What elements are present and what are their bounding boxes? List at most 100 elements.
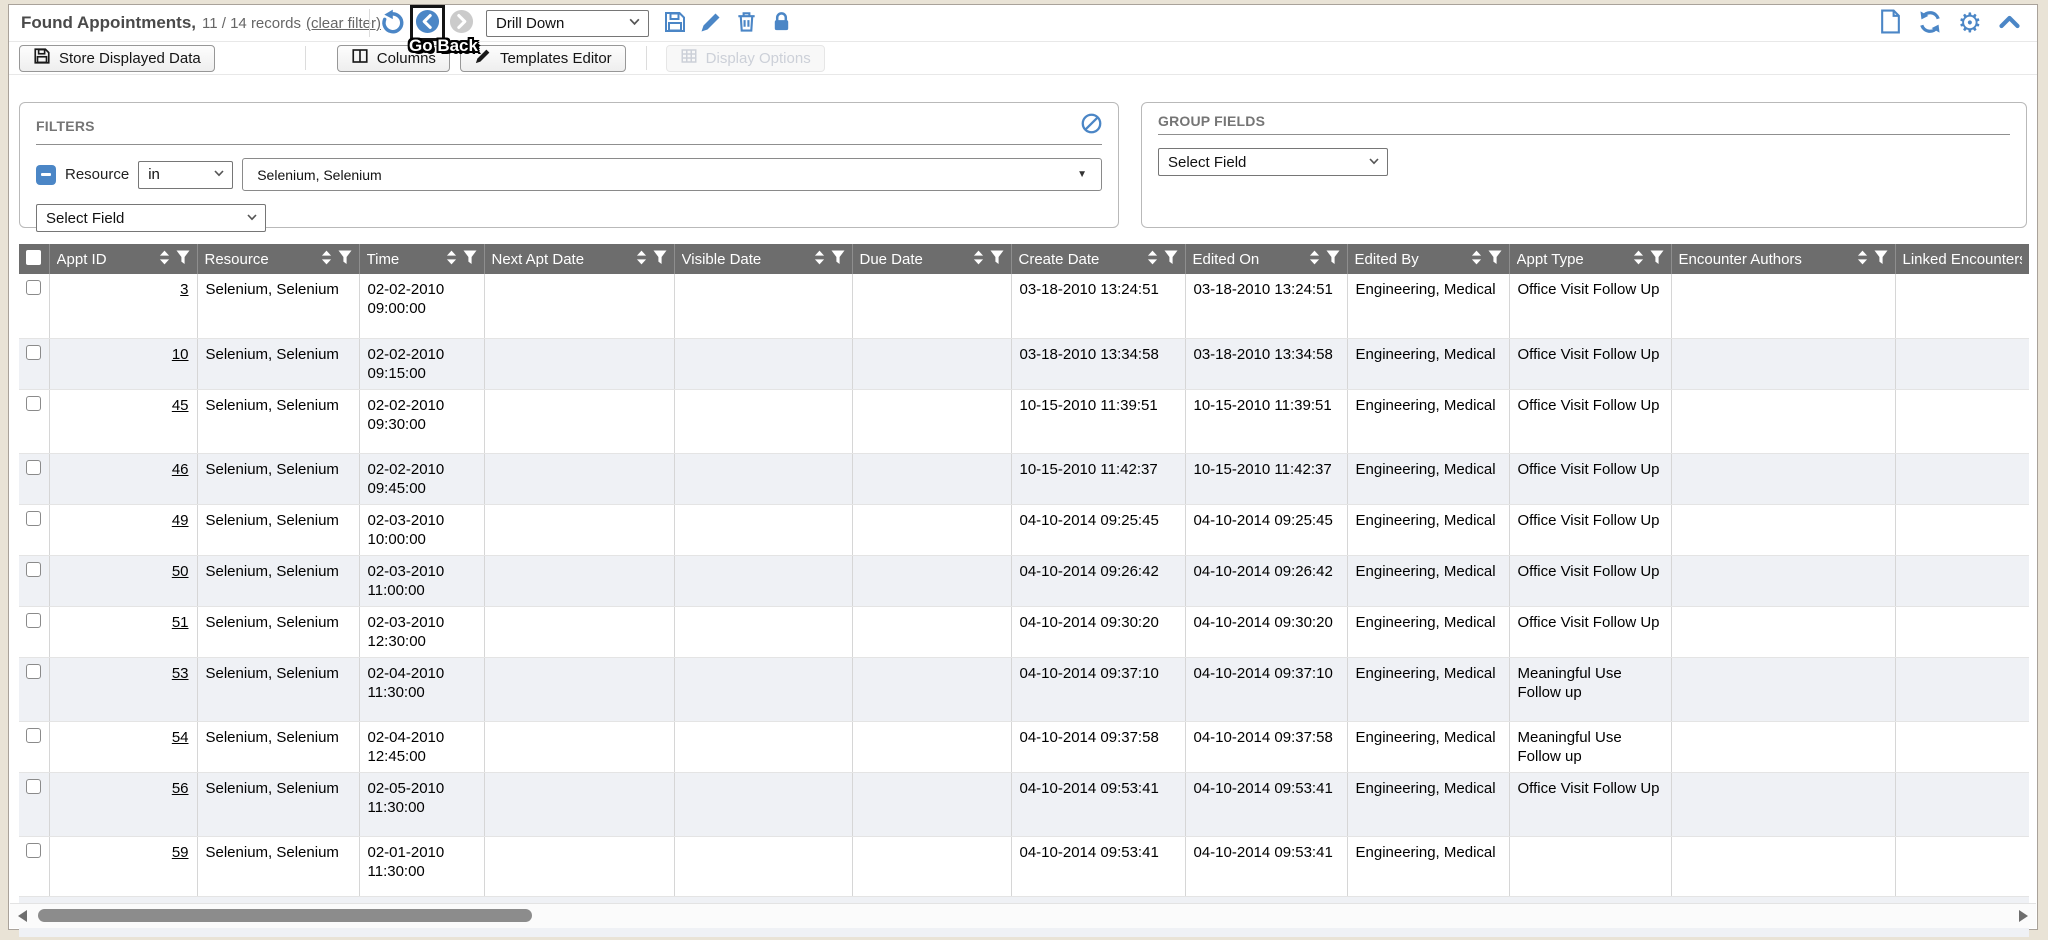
collapse-button[interactable] bbox=[1997, 11, 2022, 36]
col-header-edited_on[interactable]: Edited On bbox=[1185, 244, 1347, 274]
sort-icon[interactable] bbox=[636, 250, 647, 269]
row-checkbox[interactable] bbox=[26, 460, 41, 475]
appt-id-link[interactable]: 56 bbox=[172, 780, 189, 797]
col-header-label: Next Apt Date bbox=[492, 251, 585, 268]
lock-button[interactable] bbox=[770, 10, 793, 36]
filter-icon[interactable] bbox=[338, 250, 352, 269]
filter-icon[interactable] bbox=[1164, 250, 1178, 269]
filter-icon[interactable] bbox=[990, 250, 1004, 269]
go-forward-button[interactable] bbox=[449, 9, 474, 37]
cell-next_apt_date bbox=[484, 389, 674, 453]
sort-icon[interactable] bbox=[814, 250, 825, 269]
drilldown-select[interactable]: Drill Down bbox=[486, 10, 649, 37]
row-checkbox[interactable] bbox=[26, 280, 41, 295]
col-header-label: Create Date bbox=[1019, 251, 1100, 268]
sort-icon[interactable] bbox=[973, 250, 984, 269]
appt-id-link[interactable]: 3 bbox=[180, 281, 188, 298]
new-document-button[interactable] bbox=[1879, 9, 1902, 37]
appt-id-link[interactable]: 50 bbox=[172, 563, 189, 580]
row-checkbox[interactable] bbox=[26, 843, 41, 858]
col-header-label: Edited On bbox=[1193, 251, 1260, 268]
delete-button[interactable] bbox=[735, 10, 758, 36]
row-checkbox[interactable] bbox=[26, 613, 41, 628]
filter-icon[interactable] bbox=[463, 250, 477, 269]
appt-id-link[interactable]: 53 bbox=[172, 665, 189, 682]
cell-create_date: 04-10-2014 09:37:58 bbox=[1011, 721, 1185, 772]
appt-id-link[interactable]: 10 bbox=[172, 346, 189, 363]
cell-edited_on: 10-15-2010 11:39:51 bbox=[1185, 389, 1347, 453]
filter-icon[interactable] bbox=[1326, 250, 1340, 269]
appt-id-link[interactable]: 49 bbox=[172, 512, 189, 529]
col-header-create_date[interactable]: Create Date bbox=[1011, 244, 1185, 274]
appt-id-link[interactable]: 45 bbox=[172, 397, 189, 414]
filter-icon[interactable] bbox=[1650, 250, 1664, 269]
refresh-button[interactable] bbox=[1917, 9, 1943, 38]
sort-icon[interactable] bbox=[159, 250, 170, 269]
col-header-time[interactable]: Time bbox=[359, 244, 484, 274]
scrollbar-thumb[interactable] bbox=[38, 909, 532, 922]
filter-icon[interactable] bbox=[1488, 250, 1502, 269]
appt-id-link[interactable]: 51 bbox=[172, 614, 189, 631]
templates-editor-button[interactable]: Templates Editor bbox=[460, 45, 626, 72]
filter-operator-select[interactable]: in bbox=[138, 161, 233, 189]
col-header-due_date[interactable]: Due Date bbox=[852, 244, 1011, 274]
row-checkbox[interactable] bbox=[26, 511, 41, 526]
col-header-edited_by[interactable]: Edited By bbox=[1347, 244, 1509, 274]
col-header-visible_date[interactable]: Visible Date bbox=[674, 244, 852, 274]
col-header-label: Resource bbox=[205, 251, 269, 268]
filter-icon[interactable] bbox=[653, 250, 667, 269]
select-all-checkbox[interactable] bbox=[26, 250, 41, 265]
sort-icon[interactable] bbox=[1471, 250, 1482, 269]
col-header-encounter_authors[interactable]: Encounter Authors bbox=[1671, 244, 1895, 274]
row-checkbox[interactable] bbox=[26, 345, 41, 360]
appt-id-link[interactable]: 46 bbox=[172, 461, 189, 478]
appt-id-link[interactable]: 59 bbox=[172, 844, 189, 861]
row-checkbox[interactable] bbox=[26, 728, 41, 743]
go-back-button[interactable] bbox=[415, 9, 440, 37]
group-field-select[interactable]: Select Field bbox=[1158, 148, 1388, 176]
add-filter-field-select[interactable]: Select Field bbox=[36, 204, 266, 232]
sort-icon[interactable] bbox=[446, 250, 457, 269]
trash-icon bbox=[735, 10, 758, 36]
edit-button[interactable] bbox=[699, 10, 723, 37]
pencil-icon bbox=[699, 10, 723, 37]
cell-resource: Selenium, Selenium bbox=[197, 555, 359, 606]
remove-filter-button[interactable] bbox=[36, 165, 56, 185]
sort-icon[interactable] bbox=[1633, 250, 1644, 269]
col-header-appt_id[interactable]: Appt ID bbox=[49, 244, 197, 274]
row-checkbox[interactable] bbox=[26, 779, 41, 794]
back-icon bbox=[415, 9, 440, 37]
appt-id-link[interactable]: 54 bbox=[172, 729, 189, 746]
col-header-next_apt_date[interactable]: Next Apt Date bbox=[484, 244, 674, 274]
forward-icon bbox=[449, 9, 474, 37]
sort-icon[interactable] bbox=[321, 250, 332, 269]
cell-next_apt_date bbox=[484, 338, 674, 389]
sort-icon[interactable] bbox=[1857, 250, 1868, 269]
scroll-right-arrow[interactable] bbox=[2019, 910, 2028, 922]
cell-next_apt_date bbox=[484, 772, 674, 836]
sort-icon[interactable] bbox=[1147, 250, 1158, 269]
store-displayed-data-button[interactable]: Store Displayed Data bbox=[19, 45, 215, 72]
cell-time: 02-04-2010 12:45:00 bbox=[359, 721, 484, 772]
cell-resource: Selenium, Selenium bbox=[197, 772, 359, 836]
col-header-resource[interactable]: Resource bbox=[197, 244, 359, 274]
row-checkbox[interactable] bbox=[26, 396, 41, 411]
row-checkbox[interactable] bbox=[26, 562, 41, 577]
table-row: 56Selenium, Selenium02-05-2010 11:30:000… bbox=[19, 772, 2029, 836]
col-header-linked_encounters[interactable]: Linked Encounters bbox=[1895, 244, 2029, 274]
filter-icon[interactable] bbox=[1874, 250, 1888, 269]
filter-icon[interactable] bbox=[176, 250, 190, 269]
sort-icon[interactable] bbox=[1309, 250, 1320, 269]
disable-filters-button[interactable] bbox=[1081, 113, 1102, 139]
group-fields-header: GROUP FIELDS bbox=[1158, 113, 2010, 135]
filter-value-combo[interactable]: Selenium, Selenium ▼ bbox=[242, 158, 1102, 191]
row-checkbox[interactable] bbox=[26, 664, 41, 679]
col-header-appt_type[interactable]: Appt Type bbox=[1509, 244, 1671, 274]
scroll-left-arrow[interactable] bbox=[18, 910, 27, 922]
page-title: Found Appointments, bbox=[21, 13, 196, 33]
settings-button[interactable]: ⚙ bbox=[1958, 10, 1982, 37]
horizontal-scrollbar[interactable] bbox=[10, 903, 2036, 928]
filter-icon[interactable] bbox=[831, 250, 845, 269]
save-button[interactable] bbox=[663, 10, 687, 37]
undo-button[interactable] bbox=[380, 9, 406, 38]
